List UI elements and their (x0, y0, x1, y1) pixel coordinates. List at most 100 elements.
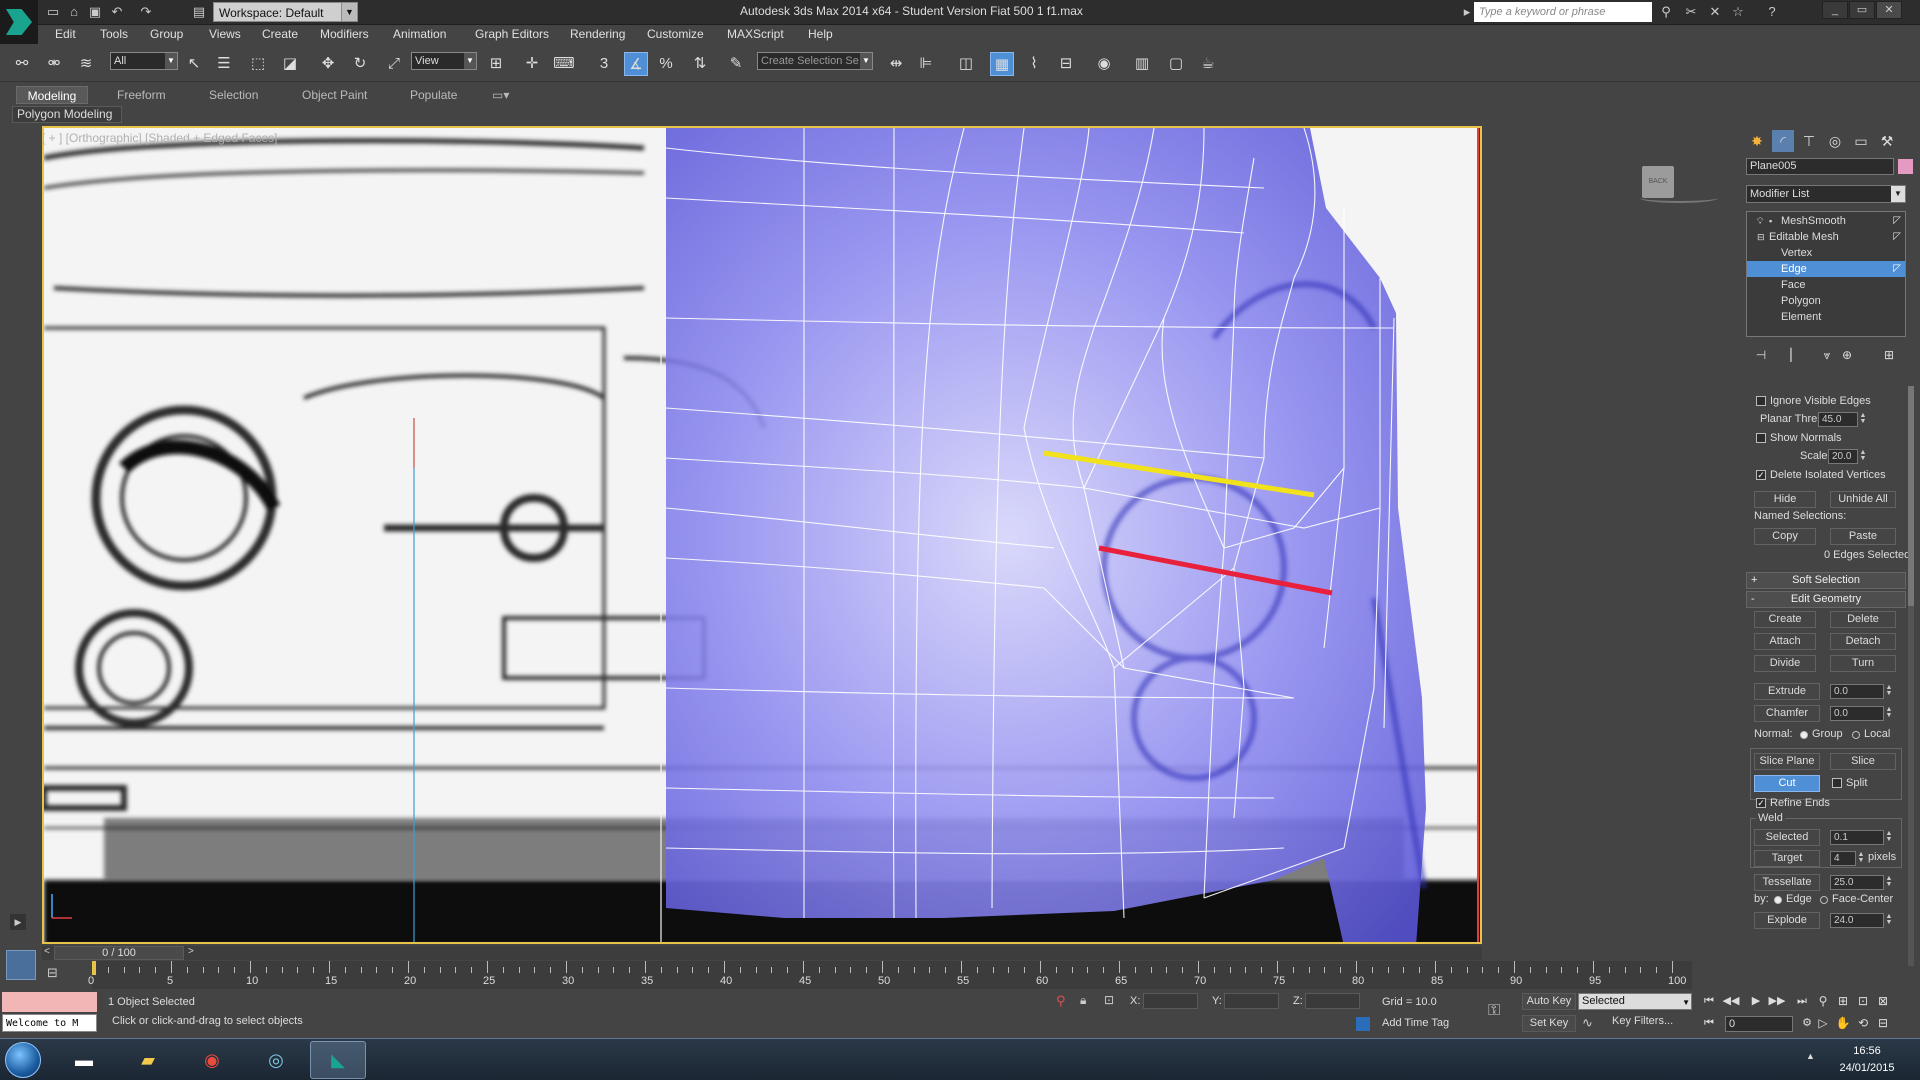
make-unique-icon[interactable]: ⩔ (1818, 346, 1836, 364)
set-key-button[interactable]: Set Key (1522, 1015, 1576, 1032)
undo-icon[interactable]: ↶ (108, 3, 126, 21)
configure-modifier-sets-icon[interactable]: ⊞ (1880, 346, 1898, 364)
normal-group-radio[interactable] (1800, 731, 1808, 739)
select-and-link-icon[interactable]: ⚯ (10, 52, 34, 76)
spinner-arrows-icon[interactable]: ▲ ▼ (1885, 706, 1893, 720)
spinner-arrows-icon[interactable]: ▲ ▼ (1885, 684, 1893, 698)
bind-space-warp-icon[interactable]: ≋ (74, 52, 98, 76)
stack-item-face[interactable]: Face (1747, 277, 1905, 293)
remove-modifier-icon[interactable]: ⊕ (1838, 346, 1856, 364)
light-bulb-icon[interactable]: 💡︎ (1757, 213, 1763, 229)
menu-customize[interactable]: Customize (647, 27, 704, 41)
tessellate-face-center-radio[interactable] (1820, 896, 1828, 904)
tab-populate[interactable]: Populate (402, 86, 465, 104)
stack-item-vertex[interactable]: Vertex (1747, 245, 1905, 261)
close-button[interactable]: ✕ (1876, 1, 1902, 19)
weld-selected-spinner[interactable]: 0.1 ▲ ▼ (1830, 830, 1892, 845)
tools-icon[interactable]: ✂ (1682, 3, 1700, 21)
ribbon-options-icon[interactable]: ▭▾ (484, 86, 517, 104)
unlink-icon[interactable]: ⚮ (42, 52, 66, 76)
goto-end-icon[interactable]: ⏭ (1793, 993, 1811, 1010)
explode-spinner[interactable]: 24.0 ▲ ▼ (1830, 913, 1892, 928)
render-production-icon[interactable]: ☕ (1196, 52, 1220, 76)
pin-icon[interactable]: ◸ (1893, 261, 1901, 277)
select-object-icon[interactable]: ↖ (182, 52, 206, 76)
goto-start-icon[interactable]: ⏮ (1700, 993, 1718, 1010)
material-editor-icon[interactable]: ◉ (1092, 52, 1116, 76)
display-tab-icon[interactable]: ▭ (1850, 130, 1872, 152)
divide-button[interactable]: Divide (1754, 655, 1816, 672)
project-folder-icon[interactable]: ▤ (190, 3, 208, 21)
graphite-ribbon-icon[interactable]: ▦ (990, 52, 1014, 76)
edit-geometry-rollout[interactable]: - Edit Geometry (1746, 591, 1906, 608)
maximize-button[interactable]: ▭ (1849, 1, 1875, 19)
menu-views[interactable]: Views (209, 27, 241, 41)
normal-local-radio[interactable] (1852, 731, 1860, 739)
command-panel-scrollbar[interactable] (1908, 386, 1914, 966)
scrollbar-thumb[interactable] (1908, 386, 1914, 606)
next-frame-icon[interactable]: ▶▶ (1768, 993, 1786, 1010)
explode-button[interactable]: Explode (1754, 912, 1820, 929)
expand-icon[interactable]: ▪ (1769, 213, 1772, 229)
menu-modifiers[interactable]: Modifiers (320, 27, 369, 41)
chamfer-button[interactable]: Chamfer (1754, 705, 1820, 722)
play-icon[interactable]: ▶ (1747, 993, 1765, 1010)
time-slider-thumb[interactable]: 0 / 100 (54, 946, 184, 960)
open-file-icon[interactable]: ⌂ (65, 3, 83, 21)
detach-button[interactable]: Detach (1830, 633, 1896, 650)
spinner-arrows-icon[interactable]: ▲ ▼ (1857, 851, 1865, 865)
normals-scale-spinner[interactable]: 20.0 ▲ ▼ (1828, 449, 1866, 464)
binoculars-icon[interactable]: ⚲ (1657, 3, 1675, 21)
zoom-all-icon[interactable]: ⊞ (1834, 992, 1852, 1010)
menu-animation[interactable]: Animation (393, 27, 446, 41)
play-track-icon[interactable]: ▶ (10, 914, 26, 930)
cut-button[interactable]: Cut (1754, 775, 1820, 792)
split-checkbox[interactable] (1832, 778, 1842, 788)
window-crossing-icon[interactable]: ◪ (278, 52, 302, 76)
pin-icon[interactable]: ◸ (1893, 213, 1901, 229)
zoom-extents-all-icon[interactable]: ⊠ (1874, 992, 1892, 1010)
weld-target-spinner[interactable]: 4 ▲ ▼ (1830, 851, 1864, 866)
render-setup-icon[interactable]: ▥ (1130, 52, 1154, 76)
maximize-viewport-icon[interactable]: ⊟ (1874, 1014, 1892, 1032)
prev-frame-icon[interactable]: < (44, 946, 50, 957)
next-frame-icon[interactable]: > (188, 946, 194, 957)
stack-item-editable-mesh[interactable]: ⊟ Editable Mesh ◸ (1747, 229, 1905, 245)
tray-arrow-icon[interactable]: ▲ (1806, 1051, 1815, 1061)
auto-key-button[interactable]: Auto Key (1522, 993, 1576, 1010)
orbit-icon[interactable]: ⟲ (1854, 1014, 1872, 1032)
menu-edit[interactable]: Edit (55, 27, 76, 41)
curve-editor-icon[interactable]: ⌇ (1022, 52, 1046, 76)
spinner-arrows-icon[interactable]: ▲ ▼ (1859, 412, 1867, 426)
mini-curve-editor-icon[interactable]: ⊟ (47, 965, 69, 983)
snaps-toggle-icon[interactable]: 3 (592, 52, 616, 76)
layer-manager-icon[interactable]: ◫ (954, 52, 978, 76)
default-in-out-tangent-icon[interactable]: ∿ (1582, 1015, 1593, 1031)
redo-icon[interactable]: ↷ (137, 3, 155, 21)
key-filters-button[interactable]: Key Filters... (1612, 1015, 1673, 1027)
new-file-icon[interactable]: ▭ (44, 3, 62, 21)
save-file-icon[interactable]: ▣ (86, 3, 104, 21)
taskbar-network-icon[interactable]: ◎ (248, 1041, 304, 1079)
delete-isolated-checkbox[interactable]: ✓ (1756, 470, 1766, 480)
show-normals-checkbox[interactable] (1756, 433, 1766, 443)
menu-group[interactable]: Group (150, 27, 183, 41)
previous-frame-icon[interactable]: ◀◀ (1722, 993, 1740, 1010)
taskbar-clock[interactable]: 16:56 24/01/2015 (1822, 1043, 1912, 1077)
weld-selected-button[interactable]: Selected (1754, 829, 1820, 846)
set-key-icon[interactable]: ⚿ (1488, 1002, 1500, 1020)
slice-button[interactable]: Slice (1830, 753, 1896, 770)
edit-named-selection-icon[interactable]: ✎ (724, 52, 748, 76)
selection-filter-dropdown[interactable]: All ▼ (110, 52, 178, 70)
scale-icon[interactable]: ⤢ (382, 52, 406, 76)
time-slider[interactable]: < 0 / 100 > (42, 946, 1482, 960)
favorites-icon[interactable]: ☆ (1729, 3, 1747, 21)
maxscript-listener-pink[interactable] (2, 992, 97, 1012)
key-mode-dropdown[interactable]: Selected ▼ (1578, 993, 1692, 1010)
polygon-modeling-panel[interactable]: Polygon Modeling (12, 106, 122, 123)
create-button[interactable]: Create (1754, 611, 1816, 628)
menu-help[interactable]: Help (808, 27, 833, 41)
slice-plane-button[interactable]: Slice Plane (1754, 753, 1820, 770)
tab-freeform[interactable]: Freeform (109, 86, 174, 104)
move-icon[interactable]: ✥ (316, 52, 340, 76)
